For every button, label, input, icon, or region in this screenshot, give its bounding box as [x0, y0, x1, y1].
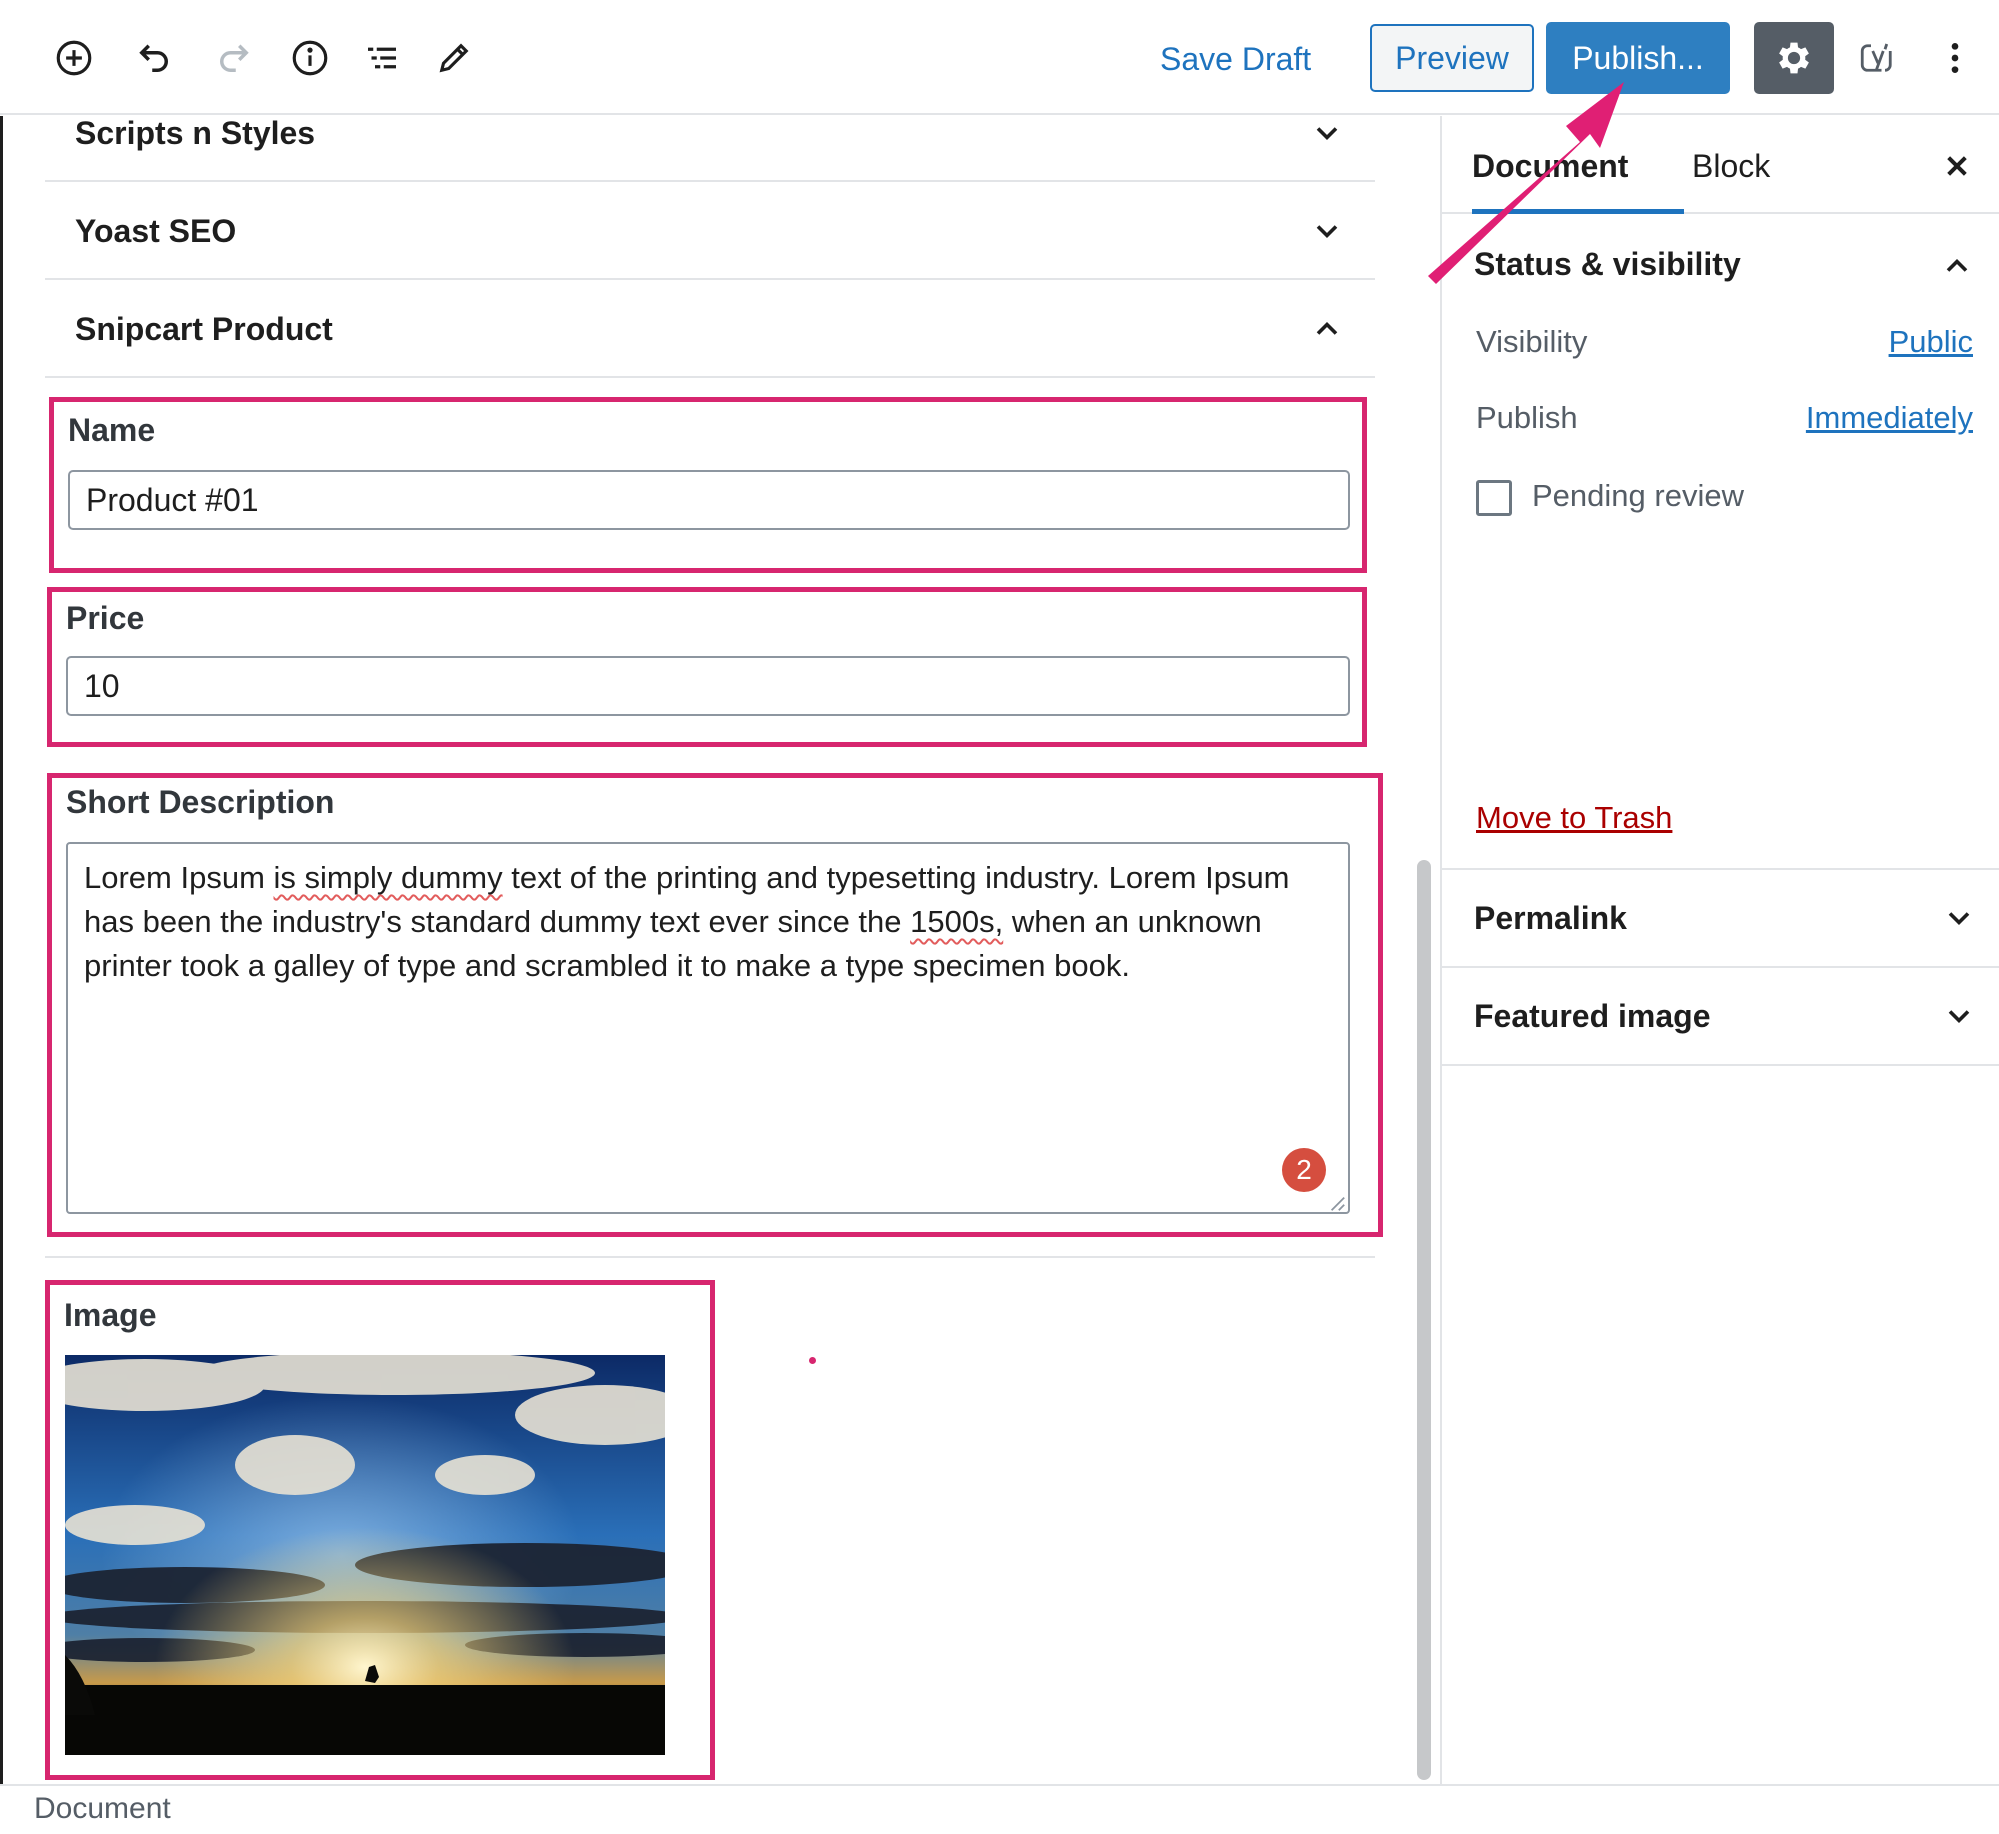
settings-button[interactable] [1754, 22, 1834, 94]
grammar-badge[interactable]: 2 [1282, 1148, 1326, 1192]
settings-sidebar: Document Block Status & visibility Visib… [1440, 116, 1999, 1784]
tab-block[interactable]: Block [1692, 116, 1770, 214]
name-label: Name [68, 412, 156, 448]
sidebar-tabs: Document Block [1442, 116, 1999, 214]
chevron-down-icon [1316, 127, 1338, 141]
panel-title: Yoast SEO [75, 213, 237, 249]
tab-document[interactable]: Document [1472, 116, 1684, 214]
divider [1442, 1064, 1999, 1066]
panel-permalink[interactable]: Permalink [1442, 868, 1999, 966]
publish-date-link[interactable]: Immediately [1806, 400, 1973, 436]
spelling-flag[interactable]: is simply dummy [274, 860, 503, 895]
panel-title: Permalink [1474, 900, 1627, 936]
resize-handle-icon[interactable] [1328, 1194, 1346, 1212]
description-label: Short Description [66, 784, 335, 820]
redo-icon[interactable] [206, 30, 262, 86]
outline-icon[interactable] [354, 30, 410, 86]
description-textarea[interactable]: Lorem Ipsum is simply dummy text of the … [66, 842, 1350, 1214]
panel-title: Scripts n Styles [75, 116, 316, 151]
publish-button[interactable]: Publish... [1546, 22, 1730, 94]
gear-icon [1779, 42, 1809, 74]
yoast-icon [1860, 43, 1892, 72]
kebab-menu-icon [1951, 43, 1959, 73]
preview-button[interactable]: Preview [1370, 24, 1534, 92]
chevron-up-icon [1316, 321, 1338, 335]
undo-icon[interactable] [126, 30, 182, 86]
visibility-link[interactable]: Public [1889, 324, 1973, 360]
chevron-down-icon [1948, 912, 1970, 926]
more-options-button[interactable] [1930, 30, 1980, 86]
visibility-label: Visibility [1476, 324, 1588, 359]
pencil-icon[interactable] [426, 30, 482, 86]
close-icon[interactable] [1937, 146, 1977, 186]
pending-review-label[interactable]: Pending review [1532, 478, 1744, 514]
description-text: Lorem Ipsum [84, 860, 274, 895]
price-label: Price [66, 600, 145, 636]
panel-snipcart-product[interactable]: Snipcart Product [45, 280, 1375, 378]
panel-scripts-n-styles[interactable]: Scripts n Styles [45, 116, 1375, 182]
image-field-highlight: Image [45, 1280, 715, 1780]
panel-featured-image[interactable]: Featured image [1442, 966, 1999, 1064]
breadcrumb-bar: Document [0, 1784, 1999, 1834]
panel-yoast-seo[interactable]: Yoast SEO [45, 182, 1375, 280]
description-field-highlight: Short Description Lorem Ipsum is simply … [47, 773, 1383, 1237]
pending-review-checkbox[interactable] [1476, 480, 1512, 516]
editor-toolbar: Save Draft Preview Publish... [0, 0, 1999, 115]
breadcrumb-document[interactable]: Document [34, 1792, 171, 1826]
move-to-trash-link[interactable]: Move to Trash [1476, 800, 1672, 836]
editor-scrollbar[interactable] [1417, 860, 1431, 1780]
name-field-highlight: Name Product #01 [49, 397, 1367, 573]
image-label: Image [64, 1297, 157, 1333]
price-input[interactable]: 10 [66, 656, 1350, 716]
chevron-up-icon[interactable] [1939, 248, 1975, 284]
publish-label: Publish [1476, 400, 1578, 435]
chevron-down-icon [1316, 225, 1338, 239]
yoast-button[interactable] [1848, 30, 1908, 86]
spelling-flag[interactable]: 1500s, [910, 904, 1003, 939]
add-block-icon[interactable] [46, 30, 102, 86]
panel-title: Featured image [1474, 998, 1711, 1034]
panel-title: Snipcart Product [75, 311, 333, 347]
save-draft-button[interactable]: Save Draft [1160, 36, 1311, 82]
editor-canvas: Scripts n Styles Yoast SEO Snipcart Prod… [0, 116, 1410, 1784]
status-visibility-title[interactable]: Status & visibility [1474, 246, 1741, 283]
info-icon[interactable] [282, 30, 338, 86]
price-field-highlight: Price 10 [47, 587, 1367, 747]
chevron-down-icon [1948, 1010, 1970, 1024]
divider [45, 1256, 1375, 1258]
product-image[interactable] [65, 1355, 665, 1755]
annotation-dot [809, 1357, 816, 1364]
name-input[interactable]: Product #01 [68, 470, 1350, 530]
